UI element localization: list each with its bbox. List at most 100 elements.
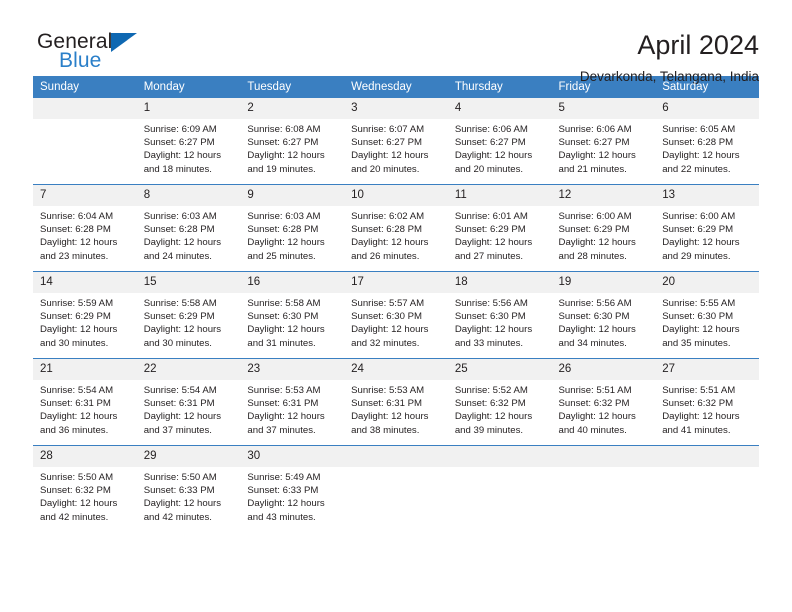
daylight-text-line1: Daylight: 12 hours bbox=[454, 411, 533, 423]
daylight-text-line1: Daylight: 12 hours bbox=[454, 150, 533, 162]
day-cell[interactable]: 12 Sunrise: 6:00 AM Sunset: 6:29 PM Dayligh… bbox=[551, 184, 656, 272]
daylight-text-line2: and 30 minutes. bbox=[143, 337, 212, 349]
day-cell[interactable]: 25 Sunrise: 5:52 AM Sunset: 6:32 PM Dayligh… bbox=[447, 358, 552, 446]
sunset-text: Sunset: 6:31 PM bbox=[143, 398, 215, 410]
day-cell[interactable]: 28 Sunrise: 5:50 AM Sunset: 6:32 PM Dayligh… bbox=[33, 445, 137, 532]
sunrise-text: Sunrise: 5:54 AM bbox=[143, 385, 217, 396]
day-cell[interactable]: 3 Sunrise: 6:07 AM Sunset: 6:27 PM Daylight… bbox=[344, 98, 448, 185]
daylight-text-line2: and 19 minutes. bbox=[247, 163, 316, 175]
day-number bbox=[655, 446, 759, 467]
sunset-text: Sunset: 6:28 PM bbox=[662, 137, 734, 149]
day-number: 4 bbox=[447, 98, 552, 119]
sunset-text: Sunset: 6:27 PM bbox=[558, 137, 630, 149]
sunset-text: Sunset: 6:31 PM bbox=[40, 398, 111, 410]
sunrise-text: Sunrise: 6:01 AM bbox=[454, 211, 528, 222]
sunrise-text: Sunrise: 6:07 AM bbox=[351, 124, 425, 135]
daylight-text-line1: Daylight: 12 hours bbox=[247, 498, 325, 510]
daylight-text-line1: Daylight: 12 hours bbox=[351, 324, 429, 336]
sunset-text: Sunset: 6:28 PM bbox=[247, 224, 319, 236]
day-cell[interactable]: 7 Sunrise: 6:04 AM Sunset: 6:28 PM Daylight… bbox=[33, 184, 137, 272]
day-number: 17 bbox=[344, 272, 448, 293]
daylight-text-line2: and 26 minutes. bbox=[351, 250, 420, 262]
day-cell[interactable] bbox=[551, 445, 656, 532]
day-info: Sunrise: 6:00 AM Sunset: 6:29 PM Daylight:… bbox=[655, 206, 759, 263]
daylight-text-line1: Daylight: 12 hours bbox=[558, 411, 636, 423]
day-info: Sunrise: 6:01 AM Sunset: 6:29 PM Daylight:… bbox=[448, 206, 552, 263]
day-info: Sunrise: 5:54 AM Sunset: 6:31 PM Daylight:… bbox=[33, 380, 137, 437]
day-cell[interactable]: 9 Sunrise: 6:03 AM Sunset: 6:28 PM Daylight… bbox=[240, 184, 345, 272]
day-cell[interactable]: 6 Sunrise: 6:05 AM Sunset: 6:28 PM Daylight… bbox=[655, 98, 759, 185]
day-cell[interactable]: 1 Sunrise: 6:09 AM Sunset: 6:27 PM Daylight… bbox=[136, 98, 241, 185]
day-info: Sunrise: 6:02 AM Sunset: 6:28 PM Daylight:… bbox=[344, 206, 448, 263]
day-cell[interactable] bbox=[447, 445, 552, 532]
day-cell[interactable] bbox=[33, 98, 137, 185]
day-cell[interactable]: 18 Sunrise: 5:56 AM Sunset: 6:30 PM Dayligh… bbox=[447, 271, 552, 359]
day-cell[interactable]: 10 Sunrise: 6:02 AM Sunset: 6:28 PM Dayligh… bbox=[344, 184, 448, 272]
calendar-page: General Blue April 2024 Devarkonda, Tela… bbox=[0, 0, 792, 612]
day-cell[interactable]: 4 Sunrise: 6:06 AM Sunset: 6:27 PM Daylight… bbox=[447, 98, 552, 185]
daylight-text-line1: Daylight: 12 hours bbox=[143, 411, 222, 423]
day-cell[interactable] bbox=[655, 445, 759, 532]
daylight-text-line2: and 37 minutes. bbox=[247, 424, 316, 436]
sunrise-text: Sunrise: 5:58 AM bbox=[247, 298, 321, 309]
day-cell[interactable]: 19 Sunrise: 5:56 AM Sunset: 6:30 PM Dayligh… bbox=[551, 271, 656, 359]
day-cell[interactable] bbox=[344, 445, 448, 532]
sunset-text: Sunset: 6:30 PM bbox=[351, 311, 423, 323]
day-cell[interactable]: 23 Sunrise: 5:53 AM Sunset: 6:31 PM Dayligh… bbox=[240, 358, 345, 446]
day-info: Sunrise: 5:50 AM Sunset: 6:33 PM Daylight:… bbox=[137, 467, 241, 524]
day-cell[interactable]: 17 Sunrise: 5:57 AM Sunset: 6:30 PM Dayligh… bbox=[344, 271, 448, 359]
day-cell[interactable]: 2 Sunrise: 6:08 AM Sunset: 6:27 PM Daylight… bbox=[240, 98, 345, 185]
day-number: 27 bbox=[655, 359, 759, 380]
sunrise-text: Sunrise: 6:03 AM bbox=[247, 211, 321, 222]
sunset-text: Sunset: 6:32 PM bbox=[558, 398, 630, 410]
sunrise-text: Sunrise: 5:50 AM bbox=[143, 472, 217, 483]
day-cell[interactable]: 8 Sunrise: 6:03 AM Sunset: 6:28 PM Daylight… bbox=[136, 184, 241, 272]
day-cell[interactable]: 26 Sunrise: 5:51 AM Sunset: 6:32 PM Dayligh… bbox=[551, 358, 656, 446]
day-info: Sunrise: 6:04 AM Sunset: 6:28 PM Daylight:… bbox=[33, 206, 137, 263]
day-info: Sunrise: 6:00 AM Sunset: 6:29 PM Daylight:… bbox=[552, 206, 656, 263]
day-info: Sunrise: 6:03 AM Sunset: 6:28 PM Daylight:… bbox=[240, 206, 344, 263]
sunrise-text: Sunrise: 5:58 AM bbox=[143, 298, 217, 309]
day-cell[interactable]: 15 Sunrise: 5:58 AM Sunset: 6:29 PM Dayligh… bbox=[136, 271, 241, 359]
day-cell[interactable]: 13 Sunrise: 6:00 AM Sunset: 6:29 PM Dayligh… bbox=[655, 184, 759, 272]
sunrise-text: Sunrise: 6:03 AM bbox=[143, 211, 217, 222]
day-number bbox=[33, 98, 137, 119]
day-cell[interactable]: 30 Sunrise: 5:49 AM Sunset: 6:33 PM Dayligh… bbox=[240, 445, 345, 532]
daylight-text-line1: Daylight: 12 hours bbox=[558, 150, 636, 162]
day-info bbox=[448, 467, 552, 471]
sunrise-text: Sunrise: 5:53 AM bbox=[351, 385, 425, 396]
day-cell[interactable]: 27 Sunrise: 5:51 AM Sunset: 6:32 PM Dayligh… bbox=[655, 358, 759, 446]
day-cell[interactable]: 11 Sunrise: 6:01 AM Sunset: 6:29 PM Dayligh… bbox=[447, 184, 552, 272]
day-cell[interactable]: 24 Sunrise: 5:53 AM Sunset: 6:31 PM Dayligh… bbox=[344, 358, 448, 446]
day-cell[interactable]: 21 Sunrise: 5:54 AM Sunset: 6:31 PM Dayligh… bbox=[33, 358, 137, 446]
sunrise-text: Sunrise: 5:59 AM bbox=[40, 298, 114, 309]
logo-word-blue: Blue bbox=[59, 49, 102, 72]
daylight-text-line1: Daylight: 12 hours bbox=[662, 324, 740, 336]
daylight-text-line2: and 39 minutes. bbox=[454, 424, 524, 436]
day-info: Sunrise: 5:49 AM Sunset: 6:33 PM Daylight:… bbox=[240, 467, 344, 524]
daylight-text-line1: Daylight: 12 hours bbox=[143, 324, 222, 336]
day-cell[interactable]: 29 Sunrise: 5:50 AM Sunset: 6:33 PM Dayligh… bbox=[136, 445, 241, 532]
day-cell[interactable]: 16 Sunrise: 5:58 AM Sunset: 6:30 PM Dayligh… bbox=[240, 271, 345, 359]
sunrise-text: Sunrise: 6:06 AM bbox=[454, 124, 528, 135]
day-info: Sunrise: 6:06 AM Sunset: 6:27 PM Daylight:… bbox=[552, 119, 656, 176]
general-blue-logo[interactable]: General Blue bbox=[33, 30, 163, 78]
day-info bbox=[33, 119, 137, 123]
daylight-text-line1: Daylight: 12 hours bbox=[558, 237, 636, 249]
day-cell[interactable]: 14 Sunrise: 5:59 AM Sunset: 6:29 PM Dayligh… bbox=[33, 271, 137, 359]
day-cell[interactable]: 22 Sunrise: 5:54 AM Sunset: 6:31 PM Dayligh… bbox=[136, 358, 241, 446]
calendar-week-row: 7 Sunrise: 6:04 AM Sunset: 6:28 PM Daylight… bbox=[33, 184, 759, 272]
daylight-text-line2: and 20 minutes. bbox=[454, 163, 524, 175]
sunrise-text: Sunrise: 5:55 AM bbox=[662, 298, 736, 309]
day-info: Sunrise: 6:03 AM Sunset: 6:28 PM Daylight:… bbox=[137, 206, 241, 263]
day-info: Sunrise: 5:51 AM Sunset: 6:32 PM Daylight:… bbox=[552, 380, 656, 437]
sunset-text: Sunset: 6:29 PM bbox=[40, 311, 111, 323]
day-cell[interactable]: 5 Sunrise: 6:06 AM Sunset: 6:27 PM Daylight… bbox=[551, 98, 656, 185]
sunrise-text: Sunrise: 5:51 AM bbox=[662, 385, 736, 396]
daylight-text-line2: and 29 minutes. bbox=[662, 250, 731, 262]
calendar-body: 1 Sunrise: 6:09 AM Sunset: 6:27 PM Daylight… bbox=[33, 98, 759, 532]
sunrise-text: Sunrise: 5:51 AM bbox=[558, 385, 632, 396]
daylight-text-line2: and 22 minutes. bbox=[662, 163, 731, 175]
day-cell[interactable]: 20 Sunrise: 5:55 AM Sunset: 6:30 PM Dayligh… bbox=[655, 271, 759, 359]
daylight-text-line1: Daylight: 12 hours bbox=[247, 411, 325, 423]
